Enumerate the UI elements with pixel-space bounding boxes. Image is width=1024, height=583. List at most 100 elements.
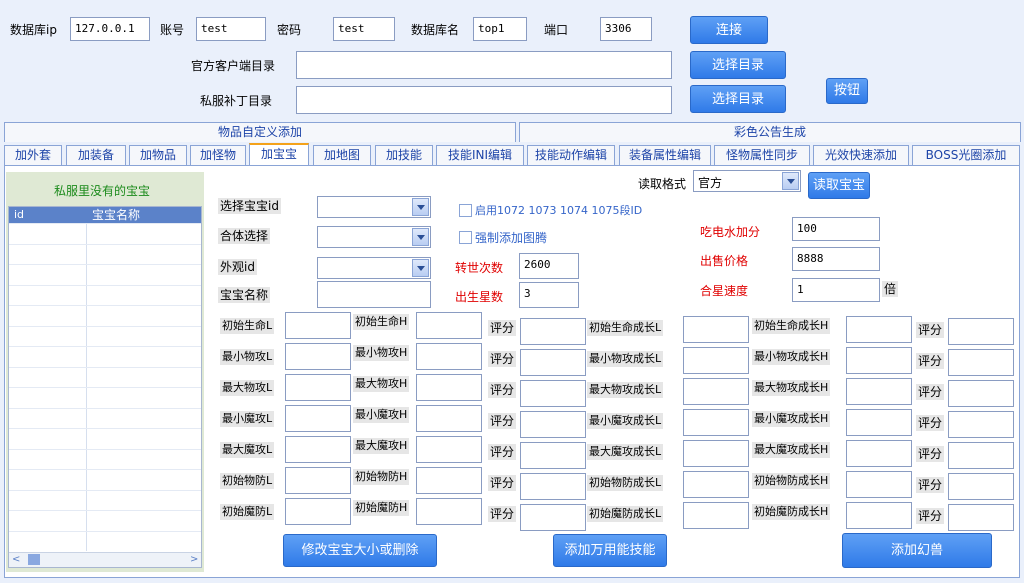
col-name-header[interactable]: 宝宝名称 [92, 207, 140, 223]
growth-input-l[interactable] [683, 378, 749, 405]
chevron-down-icon[interactable] [782, 172, 799, 190]
stat-input-l[interactable] [285, 467, 351, 494]
table-row[interactable] [9, 428, 201, 429]
score-input[interactable] [948, 442, 1014, 469]
growth-input-h[interactable] [846, 471, 912, 498]
table-row[interactable] [9, 366, 201, 368]
chevron-down-icon[interactable] [412, 198, 429, 216]
electric-bonus-input[interactable]: 100 [792, 217, 880, 241]
stat-input-l[interactable] [285, 436, 351, 463]
table-row[interactable] [9, 448, 201, 450]
growth-input-h[interactable] [846, 347, 912, 374]
scroll-left-icon[interactable]: < [12, 554, 22, 565]
stat-input-h[interactable] [416, 343, 482, 370]
patch-dir-input[interactable] [296, 86, 672, 114]
table-row[interactable] [9, 305, 201, 306]
select-client-dir-button[interactable]: 选择目录 [690, 51, 786, 79]
table-row[interactable] [9, 387, 201, 388]
password-input[interactable]: test [333, 17, 395, 41]
db-ip-input[interactable]: 127.0.0.1 [70, 17, 150, 41]
score-input[interactable] [520, 349, 586, 376]
tab-add-map[interactable]: 加地图 [313, 145, 371, 165]
stat-input-l[interactable] [285, 343, 351, 370]
score-input[interactable] [948, 473, 1014, 500]
col-id-header[interactable]: id [14, 207, 24, 223]
enable-segment-checkbox[interactable] [459, 204, 472, 217]
table-row[interactable] [9, 243, 201, 245]
pet-name-input[interactable] [317, 281, 431, 308]
table-row[interactable] [9, 325, 201, 327]
score-input[interactable] [520, 380, 586, 407]
growth-input-h[interactable] [846, 316, 912, 343]
tab-monster-sync[interactable]: 怪物属性同步 [714, 145, 810, 165]
growth-input-h[interactable] [846, 378, 912, 405]
growth-input-l[interactable] [683, 440, 749, 467]
connect-button[interactable]: 连接 [690, 16, 768, 44]
port-input[interactable]: 3306 [600, 17, 652, 41]
rebirth-input[interactable]: 2600 [519, 253, 579, 279]
table-row[interactable] [9, 489, 201, 491]
stat-input-h[interactable] [416, 498, 482, 525]
table-row[interactable] [9, 264, 201, 265]
growth-input-h[interactable] [846, 502, 912, 529]
account-input[interactable]: test [196, 17, 266, 41]
score-input[interactable] [948, 380, 1014, 407]
growth-input-h[interactable] [846, 440, 912, 467]
stat-input-h[interactable] [416, 312, 482, 339]
growth-input-l[interactable] [683, 471, 749, 498]
growth-input-h[interactable] [846, 409, 912, 436]
table-row[interactable] [9, 223, 201, 224]
stat-input-h[interactable] [416, 436, 482, 463]
scroll-right-icon[interactable]: > [190, 554, 200, 565]
growth-input-l[interactable] [683, 502, 749, 529]
tab-color-announce[interactable]: 彩色公告生成 [519, 122, 1021, 142]
tab-skill-ini[interactable]: 技能INI编辑 [436, 145, 524, 165]
stat-input-h[interactable] [416, 467, 482, 494]
appearance-combo[interactable] [317, 257, 431, 279]
generic-button[interactable]: 按钮 [826, 78, 868, 104]
client-dir-input[interactable] [296, 51, 672, 79]
force-totem-label[interactable]: 强制添加图腾 [475, 230, 547, 246]
score-input[interactable] [520, 504, 586, 531]
tab-light-add[interactable]: 光效快速添加 [813, 145, 909, 165]
add-phantom-button[interactable]: 添加幻兽 [842, 533, 992, 568]
read-format-select[interactable]: 官方 [693, 170, 801, 192]
tab-equip-attr[interactable]: 装备属性编辑 [619, 145, 711, 165]
growth-input-l[interactable] [683, 347, 749, 374]
tab-add-item[interactable]: 加物品 [129, 145, 187, 165]
score-input[interactable] [520, 473, 586, 500]
table-row[interactable] [9, 346, 201, 347]
score-input[interactable] [520, 442, 586, 469]
force-totem-checkbox[interactable] [459, 231, 472, 244]
combine-combo[interactable] [317, 226, 431, 248]
star-speed-input[interactable]: 1 [792, 278, 880, 302]
table-row[interactable] [9, 284, 201, 286]
chevron-down-icon[interactable] [412, 228, 429, 246]
tab-skill-action[interactable]: 技能动作编辑 [527, 145, 615, 165]
birth-star-input[interactable]: 3 [519, 282, 579, 308]
add-universal-skill-button[interactable]: 添加万用能技能 [553, 534, 667, 567]
sale-price-input[interactable]: 8888 [792, 247, 880, 271]
tab-add-equip[interactable]: 加装备 [66, 145, 126, 165]
dbname-input[interactable]: top1 [473, 17, 527, 41]
tab-boss-halo[interactable]: BOSS光圈添加 [912, 145, 1020, 165]
tab-add-pet[interactable]: 加宝宝 [249, 143, 309, 165]
growth-input-l[interactable] [683, 316, 749, 343]
tab-add-skill[interactable]: 加技能 [375, 145, 433, 165]
modify-pet-button[interactable]: 修改宝宝大小或删除 [283, 534, 437, 567]
stat-input-h[interactable] [416, 405, 482, 432]
stat-input-l[interactable] [285, 498, 351, 525]
scroll-thumb[interactable] [28, 554, 40, 565]
stat-input-h[interactable] [416, 374, 482, 401]
enable-segment-label[interactable]: 启用1072 1073 1074 1075段ID [475, 203, 642, 219]
table-row[interactable] [9, 530, 201, 532]
table-row[interactable] [9, 407, 201, 409]
table-row[interactable] [9, 510, 201, 511]
score-input[interactable] [948, 349, 1014, 376]
score-input[interactable] [520, 318, 586, 345]
chevron-down-icon[interactable] [412, 259, 429, 277]
stat-input-l[interactable] [285, 405, 351, 432]
read-pet-button[interactable]: 读取宝宝 [808, 172, 870, 199]
score-input[interactable] [948, 504, 1014, 531]
stat-input-l[interactable] [285, 374, 351, 401]
